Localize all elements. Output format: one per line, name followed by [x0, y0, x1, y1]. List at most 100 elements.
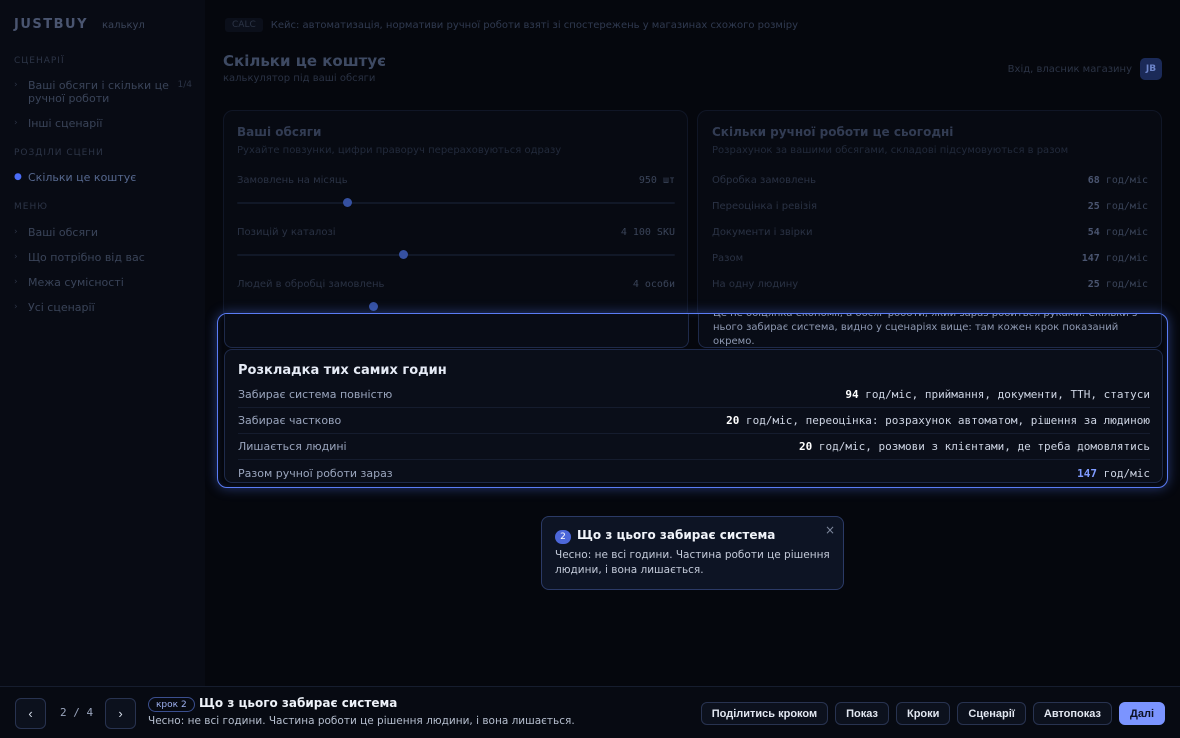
- popover-title: Що з цього забирає система: [577, 528, 776, 542]
- breadcrumb: CALC Кейс: автоматизація, нормативи ручн…: [225, 18, 798, 32]
- manual-card-note: Це не обіцянка економії, а обсяг роботи,…: [698, 314, 1162, 348]
- brand-logo[interactable]: JUSTBUY: [14, 17, 88, 32]
- login-label[interactable]: Вхід, власник магазину: [1008, 64, 1132, 75]
- table-row: Лишається людині 20 год/міс, розмови з к…: [238, 434, 1150, 460]
- manual-row: Документи і звірки 54 год/міс: [712, 227, 1148, 238]
- step-number-badge: 2: [555, 530, 571, 544]
- manual-row: Разом 147 год/міс: [712, 253, 1148, 264]
- breakdown-label: Лишається людині: [238, 440, 347, 453]
- table-row: Забирає система повністю 94 год/міс, при…: [238, 382, 1150, 408]
- orders-slider-track[interactable]: [237, 202, 675, 204]
- manual-row-label: На одну людину: [712, 279, 799, 290]
- sku-label: Позицій у каталозі: [237, 227, 336, 238]
- chevron-right-icon: ›: [14, 118, 18, 128]
- sidebar-item-label: Межа сумісності: [28, 276, 124, 289]
- manual-row-label: Документи і звірки: [712, 227, 813, 238]
- sku-row: Позицій у каталозі 4 100 SKU: [237, 227, 675, 238]
- breakdown-label: Забирає частково: [238, 414, 342, 427]
- card-subtitle: Розрахунок за вашими обсягами, складові …: [712, 145, 1069, 156]
- page-title: Скільки це коштує: [223, 52, 387, 70]
- sidebar-item-other-scenarios[interactable]: › Інші сценарії: [14, 117, 192, 130]
- tour-controls: ‹ 2 / 4 › крок 2 Що з цього забирає сист…: [0, 686, 1180, 738]
- breakdown-detail: год/міс: [1097, 466, 1150, 480]
- sidebar-item-all-scenarios[interactable]: › Усі сценарії: [14, 301, 192, 314]
- steps-button[interactable]: Кроки: [895, 702, 951, 725]
- brand-subtitle: калькул: [102, 20, 145, 31]
- manual-row-unit: год/міс: [1105, 175, 1148, 186]
- prev-step-button[interactable]: ‹: [15, 698, 46, 729]
- tour-actions: Поділитись кроком Показ Кроки Сценарії А…: [700, 702, 1165, 725]
- manual-row-unit: год/міс: [1105, 227, 1148, 238]
- step-description: Чесно: не всі години. Частина роботи це …: [148, 715, 575, 727]
- step-badge: крок 2: [148, 697, 195, 712]
- manual-note-text: Це не обіцянка економії, а обсяг роботи,…: [713, 314, 1137, 347]
- sidebar-group-sections: РОЗДІЛИ СЦЕНИ: [14, 148, 104, 158]
- manual-row-value: 147: [1081, 253, 1100, 264]
- volumes-card-bottom: [224, 314, 689, 348]
- sku-value: 4 100 SKU: [620, 227, 675, 238]
- manual-row-unit: год/міс: [1105, 279, 1148, 290]
- card-title: Ваші обсяги: [237, 125, 322, 139]
- manual-row-unit: год/міс: [1105, 201, 1148, 212]
- sidebar-item-cost[interactable]: ● Скільки це коштує: [14, 171, 192, 184]
- manual-row-unit: год/міс: [1105, 253, 1148, 264]
- staff-slider-knob[interactable]: [368, 302, 378, 311]
- sidebar-item-requirements[interactable]: › Що потрібно від вас: [14, 251, 192, 264]
- manual-row: Обробка замовлень 68 год/міс: [712, 175, 1148, 186]
- tour-highlight: Це не обіцянка економії, а обсяг роботи,…: [217, 313, 1168, 488]
- sidebar-item-label: Що потрібно від вас: [28, 251, 145, 264]
- breakdown-detail: год/міс, переоцінка: розрахунок автомато…: [739, 414, 1150, 427]
- staff-label: Людей в обробці замовлень: [237, 279, 385, 290]
- breakdown-detail: год/міс, приймання, документи, ТТН, стат…: [858, 388, 1150, 401]
- table-row-total: Разом ручної роботи зараз 147 год/міс: [238, 460, 1150, 486]
- breadcrumb-tag: CALC: [225, 18, 263, 32]
- volumes-card: Ваші обсяги Рухайте повзунки, цифри прав…: [223, 110, 688, 320]
- show-button[interactable]: Показ: [835, 702, 889, 725]
- orders-slider-knob[interactable]: [342, 198, 352, 207]
- tour-popover: 2 Що з цього забирає система × Чесно: не…: [541, 516, 844, 590]
- manual-row-label: Переоцінка і ревізія: [712, 201, 817, 212]
- avatar[interactable]: JB: [1140, 58, 1162, 80]
- hours-breakdown-card: Розкладка тих самих годин Забирає систем…: [224, 349, 1163, 483]
- sidebar-item-label: Скільки це коштує: [28, 171, 137, 184]
- page-subtitle: калькулятор під ваші обсяги: [223, 73, 376, 84]
- sidebar-group-scenarios: СЦЕНАРІЇ: [14, 56, 65, 66]
- close-icon[interactable]: ×: [825, 523, 835, 537]
- sidebar-item-count: 1/4: [177, 80, 192, 90]
- manual-work-card: Скільки ручної роботи це сьогодні Розрах…: [697, 110, 1162, 320]
- sku-slider-track[interactable]: [237, 254, 675, 256]
- sidebar-item-label: Інші сценарії: [28, 117, 103, 130]
- step-title: Що з цього забирає система: [199, 696, 398, 710]
- breakdown-value: 20: [798, 440, 813, 453]
- card-subtitle: Рухайте повзунки, цифри праворуч перерах…: [237, 145, 562, 156]
- brand: JUSTBUY калькул: [14, 17, 145, 32]
- card-title: Скільки ручної роботи це сьогодні: [712, 125, 954, 139]
- breakdown-label: Разом ручної роботи зараз: [238, 466, 393, 480]
- share-step-button[interactable]: Поділитись кроком: [700, 702, 829, 725]
- chevron-right-icon: ›: [14, 227, 18, 237]
- manual-row-value: 25: [1087, 201, 1100, 212]
- table-row: Забирає частково 20 год/міс, переоцінка:…: [238, 408, 1150, 434]
- manual-row-value: 25: [1087, 279, 1100, 290]
- autoplay-button[interactable]: Автопоказ: [1032, 702, 1112, 725]
- popover-text: Чесно: не всі години. Частина роботи це …: [555, 549, 830, 576]
- staff-value: 4 особи: [632, 279, 675, 290]
- breakdown-value: 20: [726, 414, 740, 427]
- sku-slider-knob[interactable]: [399, 250, 409, 259]
- next-step-arrow-button[interactable]: ›: [105, 698, 136, 729]
- account-area: Вхід, власник магазину JB: [1008, 58, 1162, 80]
- sidebar-item-label: Ваші обсяги: [28, 226, 99, 239]
- scenarios-button[interactable]: Сценарії: [957, 702, 1026, 725]
- next-button[interactable]: Далі: [1119, 702, 1165, 725]
- orders-label: Замовлень на місяць: [237, 175, 348, 186]
- sidebar-group-menu: МЕНЮ: [14, 202, 48, 212]
- dot-icon: ●: [14, 172, 22, 182]
- sidebar-item-your-volumes[interactable]: › Ваші обсяги: [14, 226, 192, 239]
- sidebar-item-compatibility[interactable]: › Межа сумісності: [14, 276, 192, 289]
- manual-row-label: Обробка замовлень: [712, 175, 816, 186]
- chevron-right-icon: ›: [14, 252, 18, 262]
- chevron-right-icon: ›: [14, 277, 18, 287]
- manual-row-value: 68: [1087, 175, 1100, 186]
- sidebar-item-volumes-manual[interactable]: › Ваші обсяги і скільки це ручної роботи…: [14, 79, 192, 105]
- sidebar-item-label: Ваші обсяги і скільки це ручної роботи: [28, 79, 169, 105]
